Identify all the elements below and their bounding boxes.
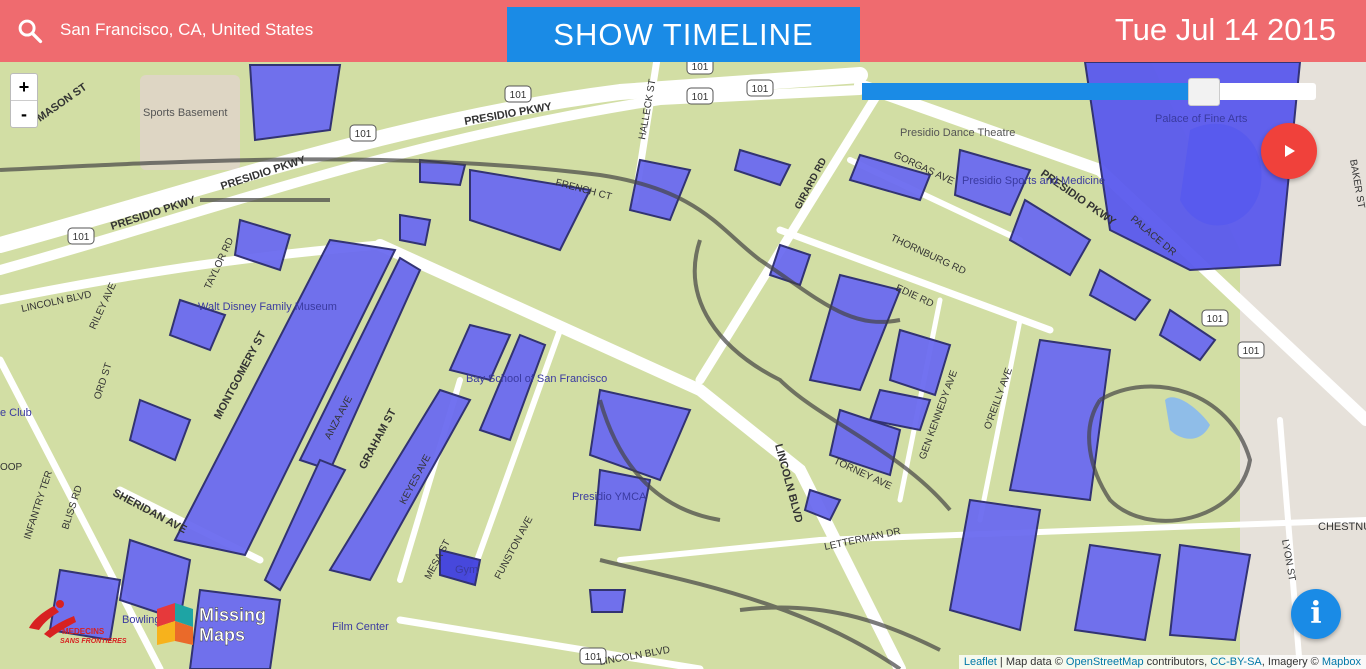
zoom-out-button[interactable]: - xyxy=(11,101,37,127)
search-input[interactable]: San Francisco, CA, United States xyxy=(60,20,313,40)
missing-maps-logo: Missing Maps xyxy=(157,603,266,645)
map-label-bay-school: Bay School of San Francisco xyxy=(466,373,607,385)
map-label-club: e Club xyxy=(0,407,32,419)
slider-handle[interactable] xyxy=(1187,78,1220,106)
timeline-slider[interactable] xyxy=(862,78,1316,106)
current-date: Tue Jul 14 2015 xyxy=(1114,12,1336,47)
attribution-text: , Imagery © xyxy=(1261,656,1322,668)
map-label-disney-museum: Walt Disney Family Museum xyxy=(198,301,337,313)
leaflet-link[interactable]: Leaflet xyxy=(964,656,997,668)
search-icon[interactable] xyxy=(16,17,44,45)
missing-maps-mark-icon xyxy=(157,603,193,645)
zoom-in-button[interactable]: + xyxy=(11,74,37,101)
map-label-presidio-ymca: Presidio YMCA xyxy=(572,491,647,503)
hw101-shield: 101 xyxy=(73,232,90,243)
hw101-shield: 101 xyxy=(692,92,709,103)
hw101-shield: 101 xyxy=(510,90,527,101)
show-timeline-button[interactable]: SHOW TIMELINE xyxy=(507,7,860,62)
map-label-gym: Gym xyxy=(455,564,478,576)
mapbox-link[interactable]: Mapbox xyxy=(1322,656,1361,668)
map-label-sports-basement: Sports Basement xyxy=(143,107,227,119)
map-label-sports-medicine: Presidio Sports and Medicine xyxy=(962,175,1105,187)
msf-logo-text-2: SANS FRONTIERES xyxy=(60,638,127,645)
slider-fill xyxy=(862,83,1203,100)
msf-logo-text-1: MEDECINS xyxy=(62,627,105,636)
map-label-chestnut: CHESTNUT xyxy=(1318,521,1366,533)
attribution-text: | Map data © xyxy=(996,656,1066,668)
play-button[interactable] xyxy=(1261,123,1317,179)
hw101-shield: 101 xyxy=(355,129,372,140)
map-label-loop: OOP xyxy=(0,462,23,473)
osm-link[interactable]: OpenStreetMap xyxy=(1066,656,1144,668)
top-bar: San Francisco, CA, United States SHOW TI… xyxy=(0,0,1366,62)
map-attribution: Leaflet | Map data © OpenStreetMap contr… xyxy=(958,655,1366,669)
map-label-dance-theatre: Presidio Dance Theatre xyxy=(900,127,1015,139)
cc-by-sa-link[interactable]: CC-BY-SA xyxy=(1210,656,1262,668)
map-label-film-center: Film Center xyxy=(332,621,389,633)
map-label-palace-fine-arts: Palace of Fine Arts xyxy=(1155,113,1248,125)
hw101-shield: 101 xyxy=(1243,346,1260,357)
zoom-control: + - xyxy=(10,73,38,128)
missing-maps-text-2: Maps xyxy=(199,625,245,645)
attribution-text: contributors, xyxy=(1143,656,1211,668)
missing-maps-text-1: Missing xyxy=(199,605,266,625)
play-icon xyxy=(1285,145,1295,157)
map-canvas[interactable]: 101 101 101 101 101 101 101 101 101 Spor… xyxy=(0,0,1366,669)
hw101-shield: 101 xyxy=(752,84,769,95)
hw101-shield: 101 xyxy=(692,62,709,73)
hw101-shield: 101 xyxy=(1207,314,1224,325)
msf-logo: MEDECINS SANS FRONTIERES xyxy=(29,600,127,645)
info-button[interactable]: i xyxy=(1291,589,1341,639)
